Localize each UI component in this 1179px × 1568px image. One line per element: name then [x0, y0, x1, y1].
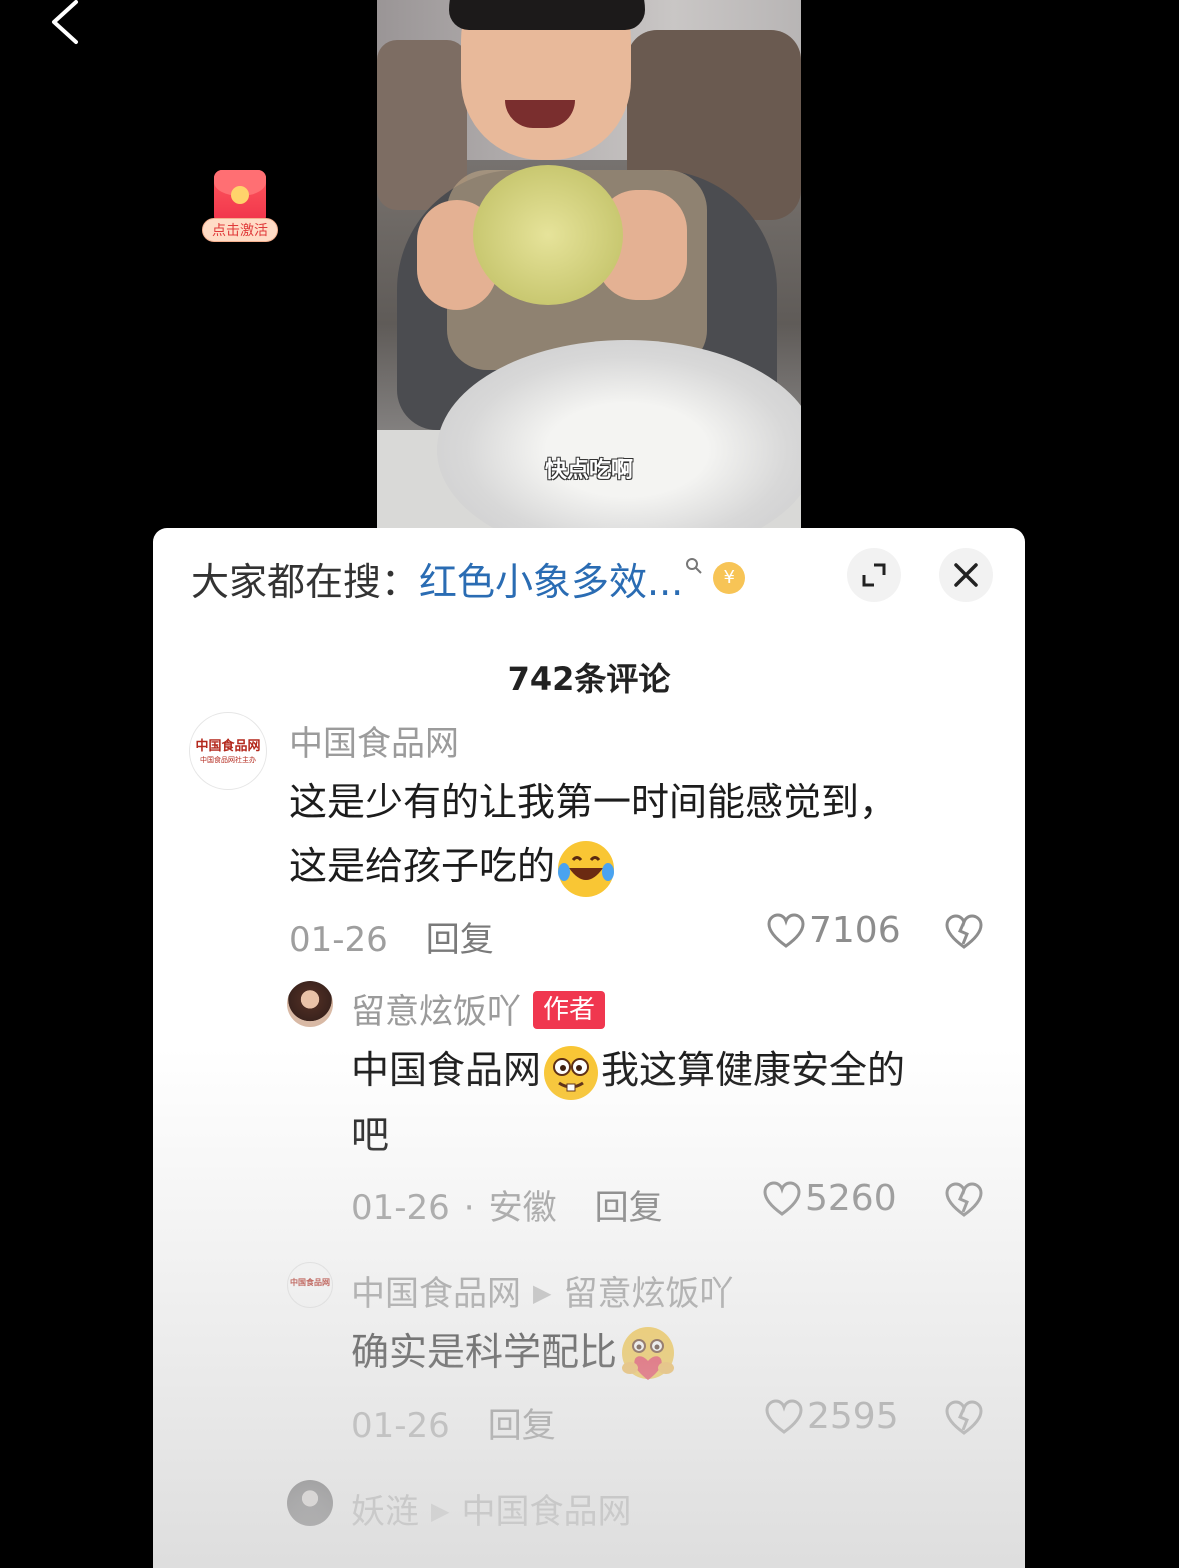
video-subtitle: 快点吃啊: [544, 458, 633, 483]
reply-text: 中国食品网 我这算健康安全的 吧: [351, 1038, 991, 1167]
avatar[interactable]: 中国食品网: [287, 1262, 333, 1308]
back-button[interactable]: [40, 0, 100, 50]
heart-hug-emoji: [617, 1324, 679, 1386]
dislike-button[interactable]: [945, 1400, 983, 1440]
like-button[interactable]: 7106: [767, 910, 901, 951]
author-badge: 作者: [533, 990, 606, 1029]
close-button[interactable]: [939, 548, 993, 602]
avatar-logo-text: 中国食品网: [290, 1277, 330, 1287]
avatar[interactable]: [287, 1480, 333, 1526]
heart-icon: [763, 1180, 801, 1216]
reply-meta: 01-26 回复: [351, 1398, 556, 1447]
expand-button[interactable]: [847, 548, 901, 602]
trending-search-prefix: 大家都在搜：: [191, 559, 420, 604]
red-packet-button[interactable]: 点击激活: [202, 168, 278, 244]
reply-date: 01-26: [351, 1406, 450, 1446]
reply-username: 留意炫饭吖 作者: [351, 984, 606, 1033]
like-button[interactable]: 5260: [763, 1178, 897, 1219]
reply-arrow-icon: ▶: [431, 1497, 450, 1525]
coin-icon: ¥: [713, 562, 746, 594]
comment-text: 这是少有的让我第一时间能感觉到， 这是给孩子吃的: [289, 770, 989, 900]
avatar[interactable]: [287, 981, 333, 1027]
reply-meta: 01-26 · 安徽 回复: [351, 1188, 663, 1228]
laugh-cry-emoji: [555, 838, 617, 900]
reply-button[interactable]: 回复: [488, 1406, 556, 1446]
chevron-left-icon: [52, 0, 78, 44]
like-count: 7106: [809, 910, 901, 951]
avatar-logo-subtext: 中国食品网社主办: [200, 756, 256, 764]
like-button[interactable]: 2595: [765, 1396, 899, 1437]
reply-button[interactable]: 回复: [595, 1188, 663, 1228]
comment-date: 01-26: [289, 920, 388, 960]
video-player[interactable]: 快点吃啊: [377, 0, 801, 540]
avatar[interactable]: 中国食品网 中国食品网社主办: [189, 712, 267, 790]
dislike-button[interactable]: [945, 914, 983, 954]
trending-search-term[interactable]: 红色小象多效...: [419, 551, 683, 606]
heart-icon: [767, 912, 805, 948]
comment-meta: 01-26 回复: [289, 912, 494, 961]
avatar-logo-text: 中国食品网: [195, 739, 261, 754]
broken-heart-icon: [945, 1182, 983, 1217]
close-icon: [954, 563, 978, 587]
reply-location: 安徽: [488, 1188, 557, 1228]
like-count: 5260: [805, 1178, 897, 1219]
like-count: 2595: [807, 1396, 899, 1437]
comments-panel: 大家都在搜： 红色小象多效... ¥ 742条评论 中国食品网 中国食品网社主办…: [153, 528, 1025, 1568]
broken-heart-icon: [945, 914, 983, 949]
comment-username[interactable]: 中国食品网: [289, 716, 459, 765]
pancake-image: [473, 165, 623, 305]
reply-button[interactable]: 回复: [426, 920, 494, 960]
silly-face-emoji: [541, 1043, 601, 1103]
reply-text: 确实是科学配比: [351, 1320, 991, 1386]
broken-heart-icon: [945, 1400, 983, 1435]
reply-username: 中国食品网 ▶ 留意炫饭吖: [351, 1274, 734, 1314]
reply-arrow-icon: ▶: [533, 1279, 552, 1307]
dislike-button[interactable]: [945, 1182, 983, 1222]
heart-icon: [765, 1398, 803, 1434]
reply-date: 01-26: [351, 1188, 450, 1228]
comment-count: 742条评论: [507, 660, 671, 698]
reply-username: 妖涟 ▶ 中国食品网: [351, 1492, 632, 1532]
search-icon: [685, 557, 703, 580]
expand-icon: [862, 563, 886, 587]
trending-search[interactable]: 大家都在搜： 红色小象多效... ¥: [191, 550, 746, 606]
red-packet-label: 点击激活: [202, 218, 278, 242]
mention-link[interactable]: 中国食品网: [351, 1048, 541, 1092]
